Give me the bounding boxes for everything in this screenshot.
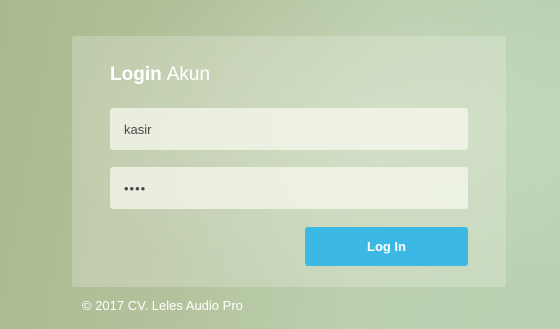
login-title-strong: Login [110,64,162,85]
password-input[interactable] [110,167,468,209]
username-input[interactable] [110,108,468,150]
login-panel: LoginAkun Log In [72,36,506,287]
footer-copyright: © 2017 CV. Leles Audio Pro [82,298,243,313]
login-button[interactable]: Log In [305,227,468,266]
login-title: Login Akun [110,64,210,86]
login-title-light: Akun [166,64,211,85]
